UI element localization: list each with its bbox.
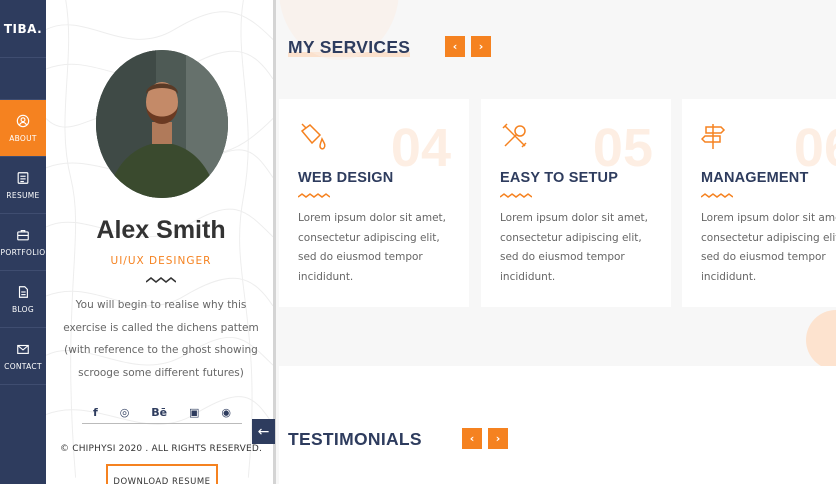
service-card: 06 MANAGEMENT Lorem ipsum dolor sit amet… xyxy=(682,99,836,307)
profile-role: UI/UX DESINGER xyxy=(110,255,212,267)
nav-item-blog[interactable]: BLOG xyxy=(0,271,46,328)
signpost-icon xyxy=(700,124,726,149)
document-icon xyxy=(18,285,28,298)
testimonials-section xyxy=(279,366,836,484)
collapse-panel-button[interactable]: ← xyxy=(252,419,275,444)
brand-logo[interactable]: TIBA. xyxy=(0,0,46,58)
nav-item-portfolio[interactable]: PORTFOLIO xyxy=(0,214,46,271)
side-nav: TIBA. ABOUT RESUME PORTFOLIO BLOG CONTAC… xyxy=(0,0,46,484)
nav-item-contact[interactable]: CONTACT xyxy=(0,328,46,385)
instagram-icon[interactable]: ▣ xyxy=(189,406,199,419)
paint-bucket-icon xyxy=(300,123,326,150)
services-next-button[interactable]: › xyxy=(471,36,491,57)
testimonials-title: TESTIMONIALS xyxy=(288,429,422,449)
briefcase-icon xyxy=(17,229,29,240)
avatar xyxy=(96,50,228,198)
nav-label: CONTACT xyxy=(4,361,42,371)
arrow-left-icon: ← xyxy=(257,423,270,440)
services-title: MY SERVICES xyxy=(288,37,411,57)
card-title: EASY TO SETUP xyxy=(500,170,619,186)
behance-icon[interactable]: Bē xyxy=(151,406,167,419)
facebook-icon[interactable]: f xyxy=(93,406,98,419)
nav-item-resume[interactable]: RESUME xyxy=(0,157,46,214)
card-title: MANAGEMENT xyxy=(701,170,809,186)
profile-card: Alex Smith UI/UX DESINGER You will begin… xyxy=(46,0,276,484)
dribbble-icon[interactable]: ◎ xyxy=(120,406,130,419)
nav-label: PORTFOLIO xyxy=(0,247,46,257)
whatsapp-icon[interactable]: ◉ xyxy=(221,406,231,419)
resume-icon xyxy=(17,171,29,184)
copyright-text: © CHIPHYSI 2020 . ALL RIGHTS RESERVED. xyxy=(59,444,263,454)
zigzag-divider xyxy=(298,193,330,198)
nav-spacer xyxy=(0,58,46,100)
service-card: 05 EASY TO SETUP Lorem ipsum dolor sit a… xyxy=(481,99,671,307)
envelope-icon xyxy=(17,344,29,354)
testimonials-next-button[interactable]: › xyxy=(488,428,508,449)
user-circle-icon xyxy=(16,114,30,127)
download-resume-button[interactable]: DOWNLOAD RESUME xyxy=(106,464,218,484)
card-text: Lorem ipsum dolor sit amet, consectetur … xyxy=(500,212,648,283)
services-prev-button[interactable]: ‹ xyxy=(445,36,465,57)
nav-label: ABOUT xyxy=(9,133,37,143)
decorative-circle xyxy=(806,310,836,370)
tools-icon xyxy=(502,123,527,148)
social-links: f ◎ Bē ▣ ◉ xyxy=(82,406,242,424)
zigzag-divider xyxy=(146,277,176,283)
main-content: MY SERVICES ‹ › 04 WEB DESIGN Lorem ipsu… xyxy=(279,0,836,484)
profile-bio: You will begin to realise why this exerc… xyxy=(63,299,259,379)
nav-item-about[interactable]: ABOUT xyxy=(0,100,46,157)
profile-name: Alex Smith xyxy=(96,216,226,244)
nav-label: RESUME xyxy=(6,190,40,200)
card-text: Lorem ipsum dolor sit amet, consectetur … xyxy=(298,212,446,283)
nav-label: BLOG xyxy=(12,304,34,314)
zigzag-divider xyxy=(701,193,733,198)
service-card: 04 WEB DESIGN Lorem ipsum dolor sit amet… xyxy=(279,99,469,307)
testimonials-prev-button[interactable]: ‹ xyxy=(462,428,482,449)
card-title: WEB DESIGN xyxy=(298,170,394,186)
zigzag-divider xyxy=(500,193,532,198)
card-text: Lorem ipsum dolor sit amet, consectetur … xyxy=(701,212,836,283)
